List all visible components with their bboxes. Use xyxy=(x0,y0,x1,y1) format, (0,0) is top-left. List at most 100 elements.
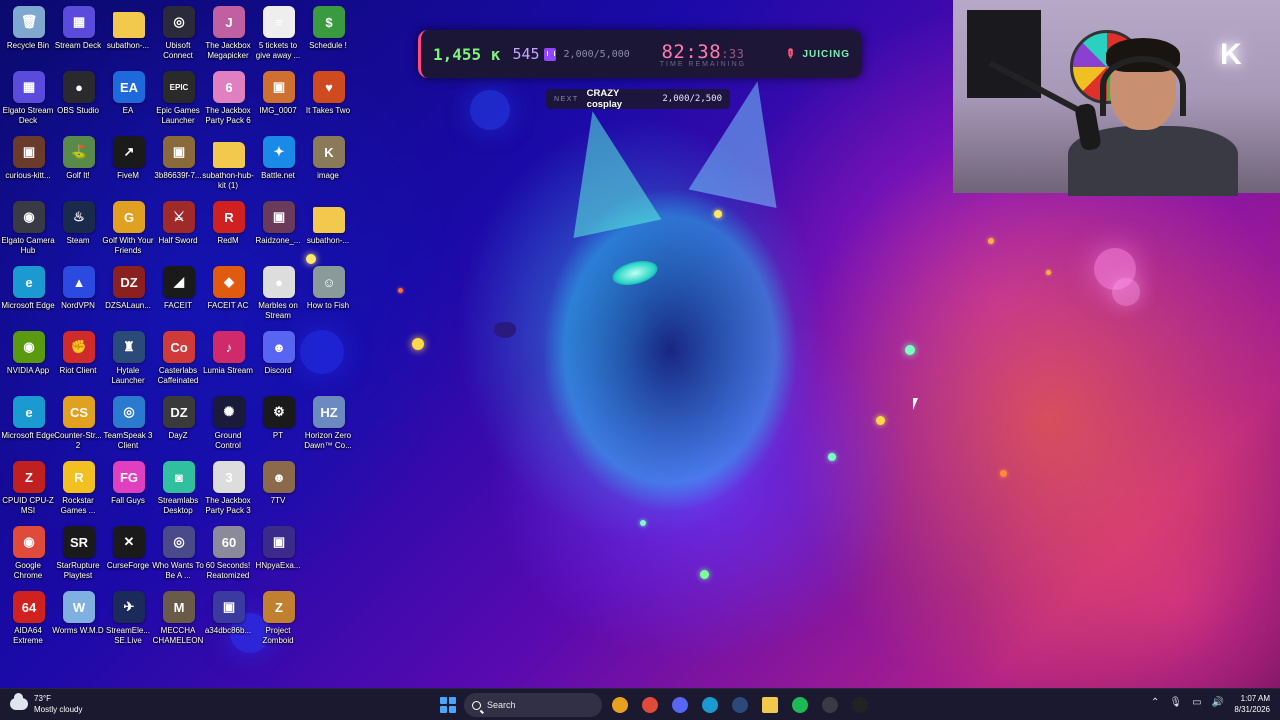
desktop-icon[interactable]: ◎ Who Wants To Be A ... xyxy=(152,526,204,581)
ea-icon: EA xyxy=(113,71,145,103)
desktop-icon[interactable]: ▣ curious-kitt... xyxy=(4,136,54,181)
volume-icon[interactable]: 🔊 xyxy=(1212,697,1224,708)
desktop-icon[interactable]: ♪ Lumia Stream xyxy=(203,331,254,376)
desktop-icon[interactable]: ▣ IMG_0007 xyxy=(254,71,304,116)
desktop-icon[interactable]: e Microsoft Edge xyxy=(1,396,55,441)
desktop-icon[interactable]: M MECCHA CHAMELEON xyxy=(153,591,204,646)
desktop-icon[interactable]: Co Casterlabs Caffeinated xyxy=(154,331,204,386)
desktop-icon-label: Schedule ! xyxy=(309,41,347,50)
desktop-icon[interactable]: subathon-... xyxy=(104,6,154,51)
spotify-pinned-icon[interactable] xyxy=(788,693,812,717)
obs-pinned-icon[interactable] xyxy=(818,693,842,717)
desktop-icon[interactable]: ⚙ PT xyxy=(254,396,304,441)
desktop-icon[interactable]: 6 The Jackbox Party Pack 6 xyxy=(204,71,254,126)
chevron-up-icon[interactable]: ⌃ xyxy=(1151,697,1159,708)
desktop-icon[interactable]: ⚔ Half Sword xyxy=(154,201,204,246)
nvidia-icon: ◉ xyxy=(13,331,45,363)
desktop-icon-label: 3b86639f-7... xyxy=(154,171,202,180)
desktop-icon[interactable]: ☻ Discord xyxy=(254,331,304,376)
sparkle xyxy=(1000,470,1007,477)
desktop-icon[interactable]: DZ DZSALaun... xyxy=(104,266,154,311)
terminal-pinned-icon[interactable] xyxy=(848,693,872,717)
desktop-icon[interactable]: R Rockstar Games ... xyxy=(54,461,104,516)
desktop-icon[interactable]: subathon-hub-kit (1) xyxy=(202,136,254,191)
microphone-tray-icon[interactable]: 🎙 xyxy=(1169,697,1182,708)
desktop-icon[interactable]: ▣ a34dbc86b... xyxy=(204,591,254,636)
desktop-icon[interactable]: 3 The Jackbox Party Pack 3 xyxy=(204,461,254,516)
desktop-icon[interactable]: ↗ FiveM xyxy=(104,136,154,181)
desktop-icon[interactable]: ● OBS Studio xyxy=(54,71,104,116)
desktop-icon[interactable]: ▲ NordVPN xyxy=(54,266,104,311)
desktop-icon[interactable]: ◆ FACEIT AC xyxy=(204,266,254,311)
desktop-icon[interactable]: EA EA xyxy=(104,71,154,116)
taskbar-search[interactable]: Search xyxy=(464,693,602,717)
desktop-icon[interactable]: Z CPUID CPU-Z MSI xyxy=(2,461,54,516)
subathon-timer: 82:38:33 TIME REMAINING xyxy=(660,41,746,68)
desktop-icon[interactable]: ◉ NVIDIA App xyxy=(4,331,54,376)
desktop-icon-label: subathon-hub-kit (1) xyxy=(202,171,254,190)
desktop-icon[interactable]: subathon-... xyxy=(304,201,354,246)
desktop-icon[interactable]: R RedM xyxy=(204,201,254,246)
desktop-icon[interactable]: SR StarRupture Playtest xyxy=(54,526,104,581)
desktop-icon[interactable]: G Golf With Your Friends xyxy=(102,201,154,256)
desktop-icon-label: Fall Guys xyxy=(111,496,145,505)
weather-widget[interactable]: 73°F Mostly cloudy xyxy=(10,693,82,715)
desktop-icon[interactable]: ✕ CurseForge xyxy=(104,526,154,571)
windows-start-icon[interactable] xyxy=(438,695,458,715)
file-explorer-pinned-icon[interactable] xyxy=(758,693,782,717)
desktop-icon[interactable]: ▦ Elgato Stream Deck xyxy=(3,71,54,126)
desktop-icon[interactable]: ▣ Raidzone_... xyxy=(254,201,304,246)
desktop-icon[interactable]: 🗑 Recycle Bin xyxy=(4,6,54,51)
desktop-icon[interactable]: ✈ StreamEle... SE.Live xyxy=(104,591,154,646)
desktop-icon[interactable]: 60 60 Seconds! Reatomized xyxy=(204,526,254,581)
desktop-icon[interactable]: $ Schedule ! xyxy=(304,6,354,51)
desktop-icon[interactable]: ◙ Streamlabs Desktop xyxy=(154,461,204,516)
desktop-icon[interactable]: ✦ Battle.net xyxy=(254,136,304,181)
desktop-icon[interactable]: ● Marbles on Stream xyxy=(254,266,304,321)
desktop-icon[interactable]: ▣ 3b86639f-7... xyxy=(154,136,204,181)
desktop-icon[interactable]: ☺ How to Fish xyxy=(304,266,354,311)
search-placeholder: Search xyxy=(487,700,516,710)
edge-browser-pinned-icon[interactable] xyxy=(698,693,722,717)
network-icon[interactable]: ▭ xyxy=(1192,697,1201,708)
desktop-icon[interactable]: EPIC Epic Games Launcher xyxy=(154,71,204,126)
desktop-icon-label: 60 Seconds! Reatomized xyxy=(205,561,251,580)
desktop-icon[interactable]: ♨ Steam xyxy=(54,201,104,246)
desktop-icon[interactable]: ⛳ Golf It! xyxy=(54,136,104,181)
wallpaper-cat-nose xyxy=(494,322,516,338)
streamlabs-icon: ◙ xyxy=(163,461,195,493)
desktop-icon[interactable]: ◉ Elgato Camera Hub xyxy=(1,201,55,256)
desktop-icon[interactable]: DZ DayZ xyxy=(154,396,204,441)
desktop-icon[interactable]: ◢ FACEIT xyxy=(154,266,204,311)
edge-pinned-icon[interactable] xyxy=(608,693,632,717)
desktop-icon[interactable]: ◎ TeamSpeak 3 Client xyxy=(104,396,154,451)
chrome-pinned-icon[interactable] xyxy=(638,693,662,717)
taskbar-clock[interactable]: 1:07 AM 8/31/2026 xyxy=(1234,693,1270,715)
desktop-icon[interactable]: ♥ It Takes Two xyxy=(304,71,354,116)
desktop-icon[interactable]: ▦ Stream Deck xyxy=(54,6,104,51)
taskbar-apps: Search xyxy=(438,692,872,718)
camera-hub-icon: ◉ xyxy=(13,201,45,233)
desktop-icon[interactable]: ♜ Hytale Launcher xyxy=(104,331,154,386)
desktop-icon[interactable]: 64 AIDA64 Extreme xyxy=(4,591,54,646)
desktop-icon[interactable]: ☻ 7TV xyxy=(254,461,304,506)
desktop-icon[interactable]: ▣ HNpyaExa... xyxy=(254,526,304,571)
desktop-icon[interactable]: W Worms W.M.D xyxy=(52,591,104,636)
desktop-icon[interactable]: J The Jackbox Megapicker xyxy=(204,6,254,61)
desktop-icon[interactable]: ◎ Ubisoft Connect xyxy=(154,6,204,61)
desktop-icon[interactable]: ◉ Google Chrome xyxy=(4,526,54,581)
discord-pinned-icon[interactable] xyxy=(668,693,692,717)
desktop-icon[interactable]: HZ Horizon Zero Dawn™ Co... xyxy=(304,396,354,451)
desktop-icon[interactable]: CS Counter-Str... 2 xyxy=(54,396,104,451)
jackbox-icon: 3 xyxy=(213,461,245,493)
desktop-icon-label: FACEIT xyxy=(163,301,192,310)
desktop-icon[interactable]: ≡ 5 tickets to give away ... xyxy=(254,6,304,61)
desktop-icon[interactable]: ✊ Riot Client xyxy=(54,331,104,376)
desktop-icon[interactable]: Z Project Zomboid xyxy=(254,591,304,646)
desktop-icon[interactable]: e Microsoft Edge xyxy=(1,266,55,311)
steam-pinned-icon[interactable] xyxy=(728,693,752,717)
desktop-icon-label: Epic Games Launcher xyxy=(156,106,200,125)
desktop-icon[interactable]: Kimage xyxy=(304,136,354,181)
desktop-icon[interactable]: ✺ Ground Control xyxy=(204,396,254,451)
desktop-icon[interactable]: FG Fall Guys xyxy=(104,461,154,506)
